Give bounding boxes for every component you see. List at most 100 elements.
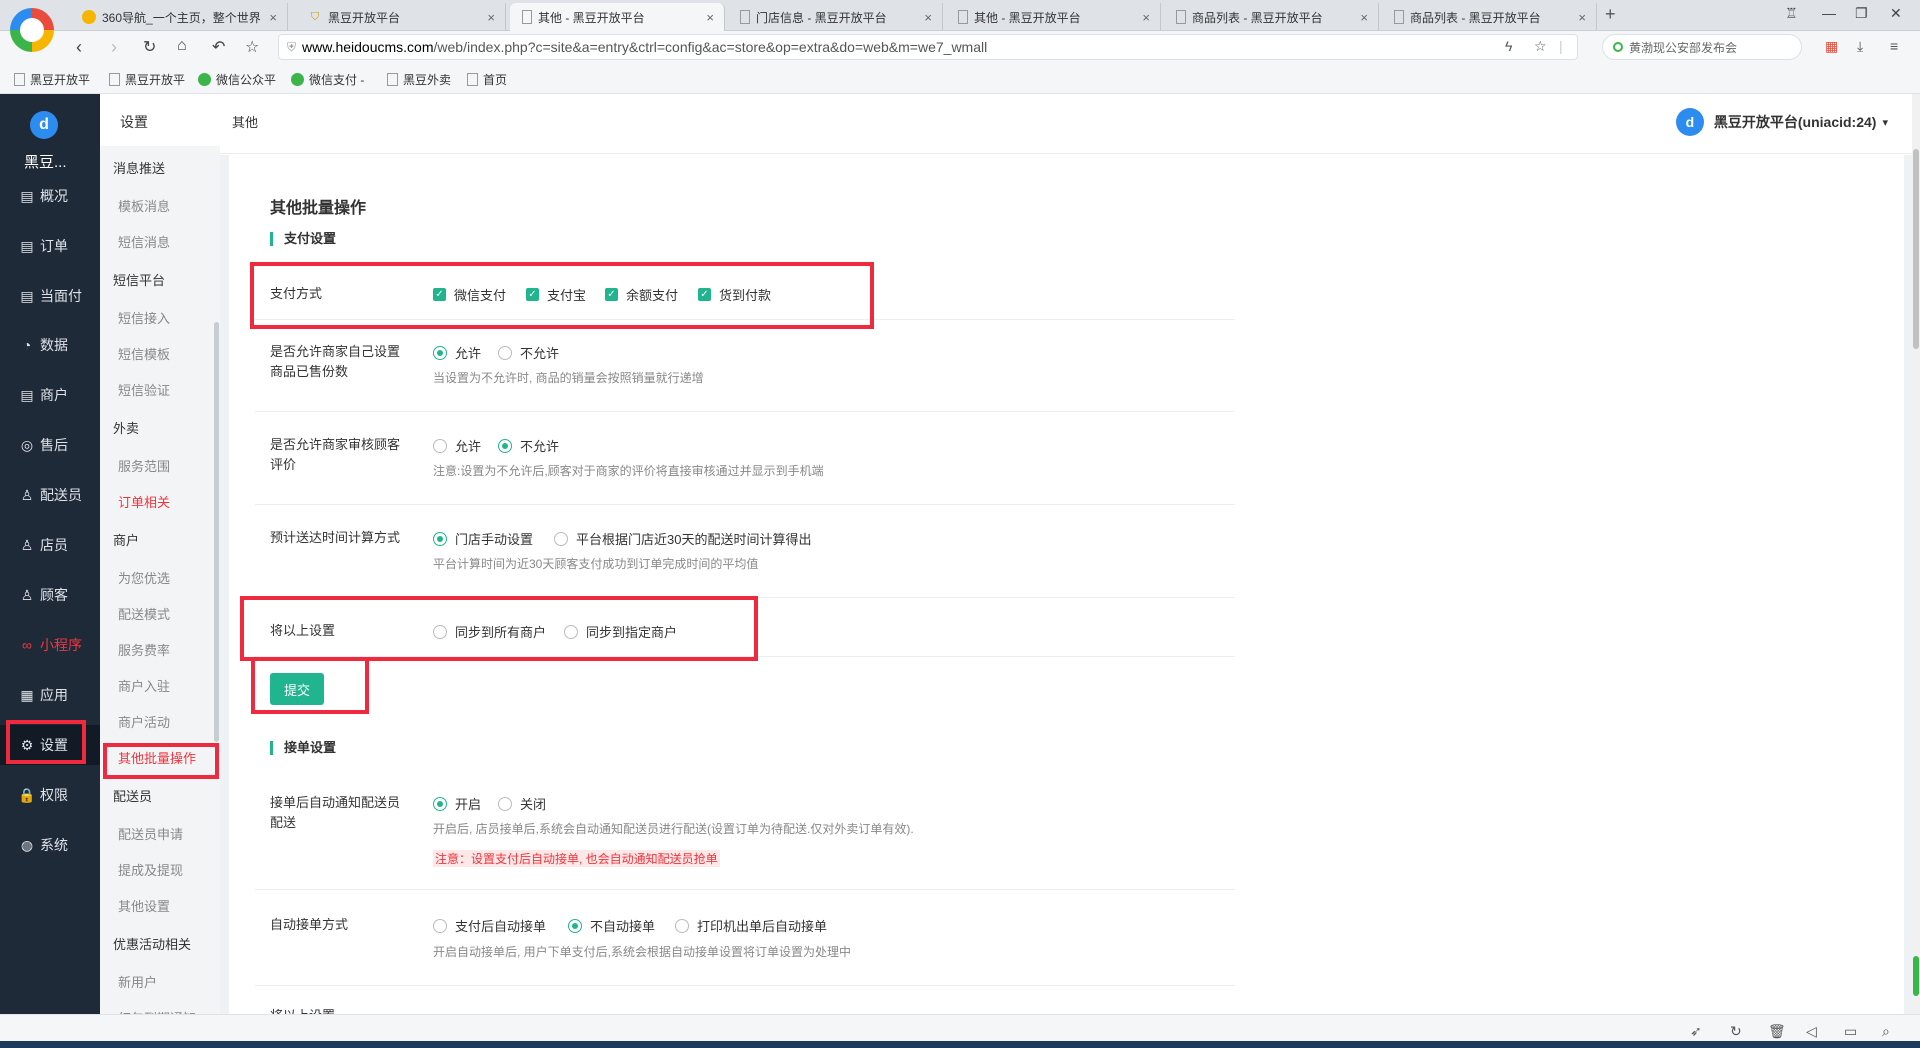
radio-notify-on[interactable]: 开启: [433, 794, 481, 813]
bookmark-item[interactable]: 黑豆开放平: [109, 71, 185, 88]
nav-item-miniprogram[interactable]: ∞ 小程序: [0, 625, 100, 665]
radio-notify-off[interactable]: 关闭: [498, 794, 546, 813]
nav-item-rider[interactable]: ♙ 配送员: [0, 475, 100, 515]
shirt-icon[interactable]: ♖: [1785, 5, 1798, 22]
subnav-group[interactable]: 短信平台: [113, 270, 165, 289]
rocket-icon[interactable]: ➶: [1690, 1023, 1702, 1040]
lightning-icon[interactable]: ϟ: [1505, 38, 1512, 54]
bookmark-item[interactable]: 黑豆外卖: [387, 71, 451, 88]
trash-icon[interactable]: 🗑: [1768, 1023, 1786, 1040]
subnav-group[interactable]: 配送员: [113, 786, 152, 805]
warning-text: 注意：设置支付后自动接单, 也会自动通知配送员抢单: [433, 850, 720, 867]
subnav-item[interactable]: 短信接入: [118, 308, 170, 327]
subnav-item[interactable]: 为您优选: [118, 568, 170, 587]
scroll-thumb[interactable]: [1913, 149, 1919, 349]
bookmark-item[interactable]: 黑豆开放平: [14, 71, 90, 88]
subnav-item[interactable]: 配送模式: [118, 604, 170, 623]
window-icon[interactable]: ▭: [1844, 1023, 1857, 1040]
nav-item-facepay[interactable]: ▤ 当面付: [0, 276, 100, 316]
subnav-item[interactable]: 新用户: [118, 972, 157, 991]
subnav-item[interactable]: 商户活动: [118, 712, 170, 731]
close-icon[interactable]: ×: [924, 10, 932, 25]
subnav-item[interactable]: 短信消息: [118, 232, 170, 251]
browser-tab[interactable]: 360导航_一个主页，整个世界 ×: [70, 3, 288, 31]
nav-item-permission[interactable]: 🔒 权限: [0, 775, 100, 815]
forward-icon[interactable]: ›: [111, 37, 117, 58]
subnav-group[interactable]: 消息推送: [113, 158, 165, 177]
browser-tab[interactable]: 门店信息 - 黑豆开放平台 ×: [728, 3, 943, 31]
nav-item-overview[interactable]: ▤ 概况: [0, 176, 100, 216]
radio-review-allow[interactable]: 允许: [433, 436, 481, 455]
page-scrollbar[interactable]: [1912, 94, 1920, 1014]
subnav-group[interactable]: 外卖: [113, 418, 139, 437]
subnav-item[interactable]: 配送员申请: [118, 824, 183, 843]
browser-tab[interactable]: ⛉ 黑豆开放平台 ×: [296, 3, 506, 31]
subnav-item[interactable]: 服务范围: [118, 456, 170, 475]
close-icon[interactable]: ×: [706, 10, 714, 25]
star-icon[interactable]: ☆: [245, 37, 259, 57]
subnav-item[interactable]: 模板消息: [118, 196, 170, 215]
window-close-icon[interactable]: ✕: [1890, 5, 1902, 22]
subnav-item[interactable]: 短信验证: [118, 380, 170, 399]
close-icon[interactable]: ×: [1360, 10, 1368, 25]
bookmark-item[interactable]: 首页: [467, 71, 507, 88]
field-label-cut: 将以上设置: [270, 1006, 410, 1014]
browser-tab[interactable]: 其他 - 黑豆开放平台 ×: [946, 3, 1161, 31]
bookmark-item[interactable]: 微信公众平: [198, 71, 276, 88]
nav-item-merchant[interactable]: ▤ 商户: [0, 375, 100, 415]
download-icon[interactable]: ⤓: [1857, 38, 1863, 55]
undo-icon[interactable]: ↶: [212, 37, 225, 57]
browser-tab[interactable]: 商品列表 - 黑豆开放平台 ×: [1164, 3, 1379, 31]
subnav-item[interactable]: 短信模板: [118, 344, 170, 363]
nav-label: 订单: [40, 238, 68, 254]
subnav-item[interactable]: 其他设置: [118, 896, 170, 915]
radio-sales-deny[interactable]: 不允许: [498, 343, 559, 362]
subnav-item[interactable]: 订单相关: [118, 492, 170, 511]
zoom-icon[interactable]: ⌕: [1882, 1023, 1890, 1040]
subnav-group[interactable]: 商户: [113, 530, 139, 549]
miniprogram-icon: ∞: [22, 637, 32, 653]
restore-icon[interactable]: ❐: [1855, 5, 1868, 22]
refresh-icon[interactable]: ↻: [1730, 1023, 1742, 1040]
nav-item-orders[interactable]: ▤ 订单: [0, 226, 100, 266]
close-icon[interactable]: ×: [269, 10, 277, 25]
browser-search-input[interactable]: 黄渤现公安部发布会: [1602, 34, 1802, 60]
subnav-item[interactable]: 提成及提现: [118, 860, 183, 879]
close-icon[interactable]: ×: [1142, 10, 1150, 25]
nav-item-customer[interactable]: ♙ 顾客: [0, 575, 100, 615]
close-icon[interactable]: ×: [1578, 10, 1586, 25]
url-path: /web/index.php?c=site&a=entry&ctrl=confi…: [433, 39, 988, 55]
nav-item-system[interactable]: ◍ 系统: [0, 825, 100, 865]
radio-delivery-auto[interactable]: 平台根据门店近30天的配送时间计算得出: [554, 529, 811, 548]
nav-item-aftersale[interactable]: ◎ 售后: [0, 425, 100, 465]
menu-icon[interactable]: ≡: [1890, 38, 1898, 54]
minimize-icon[interactable]: —: [1822, 5, 1836, 21]
radio-review-deny[interactable]: 不允许: [498, 436, 559, 455]
radio-icon: [554, 531, 568, 546]
bookmark-item[interactable]: 微信支付 -: [291, 71, 364, 88]
subnav-item[interactable]: 服务费率: [118, 640, 170, 659]
radio-accept-after-pay[interactable]: 支付后自动接单: [433, 916, 546, 935]
new-tab-button[interactable]: +: [1605, 4, 1616, 25]
reload-icon[interactable]: ↻: [143, 37, 156, 57]
nav-item-clerk[interactable]: ♙ 店员: [0, 525, 100, 565]
apps-icon[interactable]: ▦: [1825, 38, 1838, 55]
account-menu[interactable]: d 黑豆开放平台(uniacid:24) ▾: [1675, 108, 1888, 136]
subnav-item[interactable]: 商户入驻: [118, 676, 170, 695]
radio-accept-after-print[interactable]: 打印机出单后自动接单: [675, 916, 827, 935]
url-input[interactable]: ⛨ www.heidoucms.com/web/index.php?c=site…: [278, 34, 1578, 60]
close-icon[interactable]: ×: [487, 10, 495, 25]
back-icon[interactable]: ‹: [76, 37, 82, 58]
nav-item-data[interactable]: ◔ 数据: [0, 325, 100, 365]
radio-delivery-manual[interactable]: 门店手动设置: [433, 529, 533, 548]
radio-accept-none[interactable]: 不自动接单: [568, 916, 655, 935]
favorite-icon[interactable]: ☆: [1534, 38, 1547, 55]
radio-sales-allow[interactable]: 允许: [433, 343, 481, 362]
volume-icon[interactable]: ◁: [1806, 1023, 1817, 1040]
browser-tab-active[interactable]: 其他 - 黑豆开放平台 ×: [510, 3, 725, 31]
nav-item-apps[interactable]: ▦ 应用: [0, 675, 100, 715]
browser-tab[interactable]: 商品列表 - 黑豆开放平台 ×: [1382, 3, 1597, 31]
subnav-group[interactable]: 优惠活动相关: [113, 934, 191, 953]
subnav-scrollbar[interactable]: [214, 322, 219, 742]
home-icon[interactable]: ⌂: [177, 37, 187, 55]
